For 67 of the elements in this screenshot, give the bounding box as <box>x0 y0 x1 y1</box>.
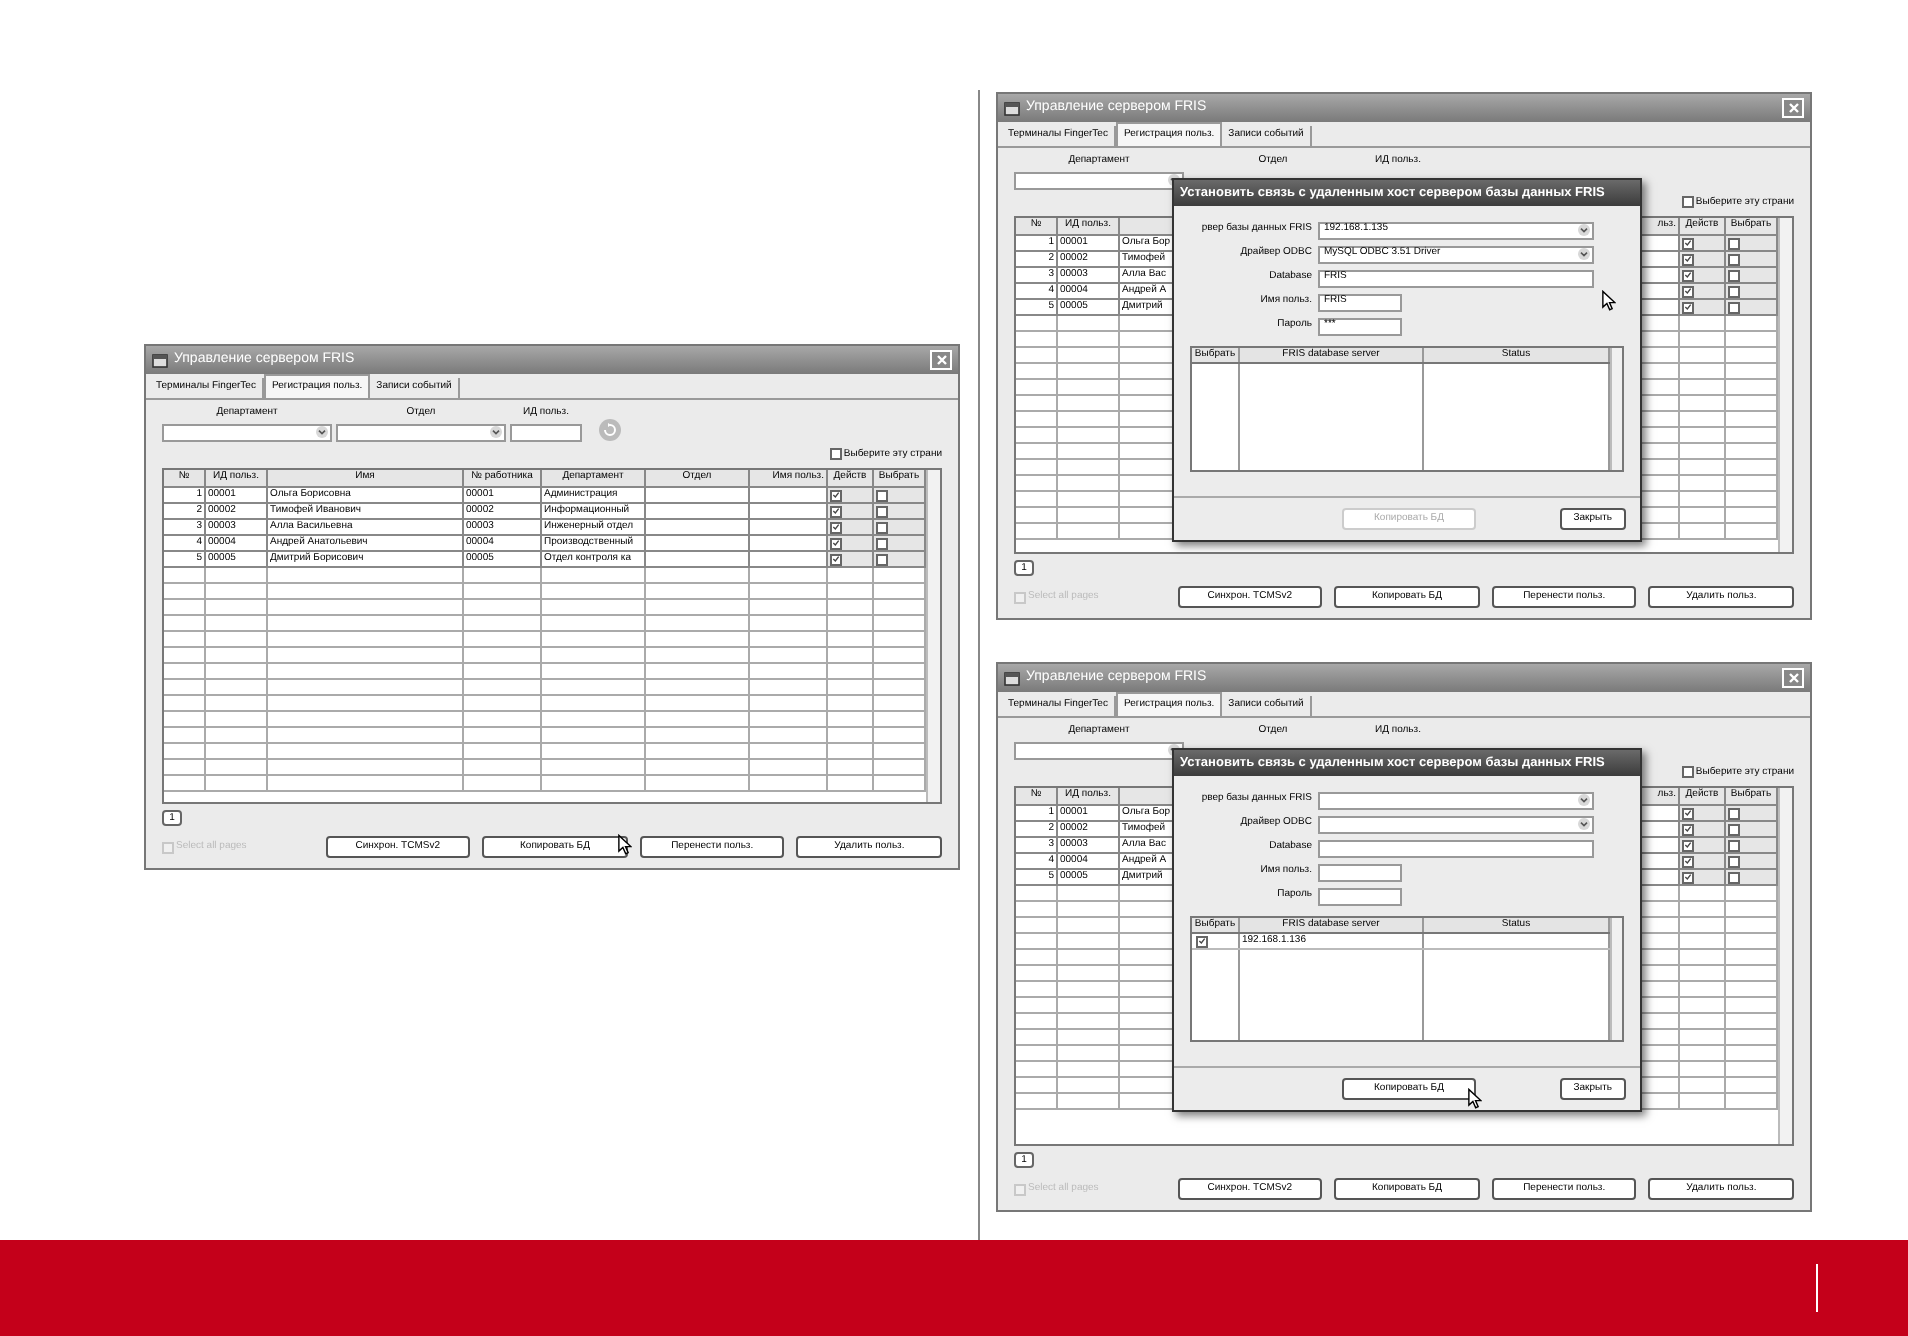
checkbox[interactable] <box>1682 269 1694 281</box>
checkbox[interactable] <box>1682 871 1694 883</box>
chevron-down-icon <box>316 426 328 438</box>
checkbox[interactable] <box>829 448 842 461</box>
close-icon <box>1787 672 1799 684</box>
dropdown[interactable] <box>1318 791 1594 809</box>
checkbox[interactable] <box>876 505 888 517</box>
checkbox[interactable] <box>1728 823 1740 835</box>
scrollbar[interactable] <box>926 470 940 802</box>
checkbox[interactable] <box>830 505 842 517</box>
chevron-down-icon <box>1578 818 1590 830</box>
checkbox[interactable] <box>830 553 842 565</box>
checkbox[interactable] <box>1728 855 1740 867</box>
close-button[interactable] <box>1782 98 1804 118</box>
checkbox[interactable] <box>1682 285 1694 297</box>
dropdown[interactable] <box>1318 815 1594 833</box>
close-button[interactable] <box>1782 668 1804 688</box>
mouse-pointer-icon <box>1602 290 1616 312</box>
mouse-pointer-icon <box>1468 1088 1482 1110</box>
checkbox[interactable] <box>876 553 888 565</box>
dropdown[interactable] <box>336 423 506 441</box>
checkbox[interactable] <box>1728 237 1740 249</box>
checkbox[interactable] <box>876 537 888 549</box>
checkbox[interactable] <box>1682 823 1694 835</box>
checkbox[interactable] <box>1681 766 1694 779</box>
window-icon <box>1004 671 1020 685</box>
checkbox[interactable] <box>830 489 842 501</box>
checkbox[interactable] <box>1196 935 1208 947</box>
dropdown[interactable] <box>162 423 332 441</box>
checkbox[interactable] <box>1728 253 1740 265</box>
scrollbar[interactable] <box>1778 218 1792 552</box>
checkbox[interactable] <box>1728 807 1740 819</box>
checkbox[interactable] <box>1728 839 1740 851</box>
input-field[interactable] <box>1318 839 1594 857</box>
dropdown[interactable] <box>1014 171 1184 189</box>
checkbox[interactable] <box>1681 196 1694 209</box>
checkbox[interactable] <box>876 521 888 533</box>
window-icon <box>1004 101 1020 115</box>
window-icon <box>152 353 168 367</box>
scrollbar[interactable] <box>1610 348 1622 470</box>
checkbox[interactable] <box>1728 301 1740 313</box>
input-field[interactable] <box>1318 887 1402 905</box>
dropdown[interactable] <box>1014 741 1184 759</box>
mouse-pointer-icon <box>618 834 632 856</box>
scrollbar[interactable] <box>1778 788 1792 1144</box>
chevron-down-icon <box>490 426 502 438</box>
close-icon <box>935 354 947 366</box>
checkbox[interactable] <box>830 521 842 533</box>
checkbox[interactable] <box>1682 237 1694 249</box>
checkbox[interactable] <box>1682 855 1694 867</box>
checkbox[interactable] <box>1682 807 1694 819</box>
close-icon <box>1787 102 1799 114</box>
input-field[interactable] <box>1318 863 1402 881</box>
checkbox[interactable] <box>1682 839 1694 851</box>
close-button[interactable] <box>930 350 952 370</box>
chevron-down-icon <box>1578 248 1590 260</box>
scrollbar[interactable] <box>1610 918 1622 1040</box>
checkbox[interactable] <box>830 537 842 549</box>
chevron-down-icon <box>1578 224 1590 236</box>
input-field[interactable] <box>510 423 582 441</box>
checkbox[interactable] <box>1728 871 1740 883</box>
checkbox[interactable] <box>1682 301 1694 313</box>
checkbox[interactable] <box>1682 253 1694 265</box>
chevron-down-icon <box>1578 794 1590 806</box>
checkbox[interactable] <box>876 489 888 501</box>
checkbox[interactable] <box>1728 285 1740 297</box>
checkbox[interactable] <box>1728 269 1740 281</box>
